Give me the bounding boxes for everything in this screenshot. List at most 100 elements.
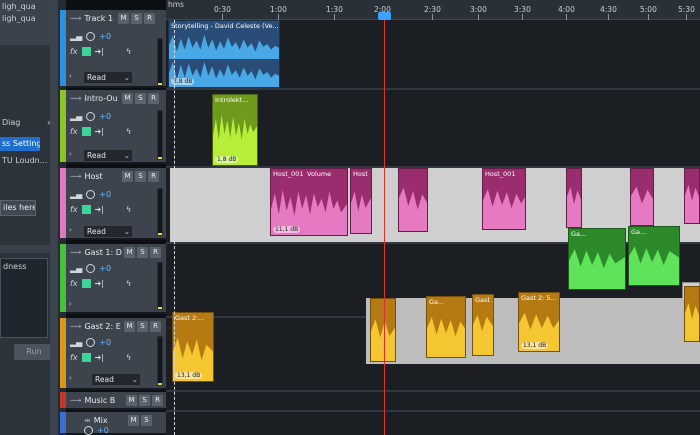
fx-icon[interactable]: fx: [70, 47, 78, 56]
audio-clip[interactable]: Introlekt... 1,8 dB: [212, 94, 258, 166]
solo-button[interactable]: S: [131, 13, 142, 24]
volume-value[interactable]: +0: [99, 338, 111, 347]
audio-clip[interactable]: [630, 168, 654, 226]
fx-icon[interactable]: fx: [70, 127, 78, 136]
bolt-icon[interactable]: ϟ: [126, 47, 131, 56]
automation-dropdown[interactable]: Read ⌄: [84, 226, 132, 237]
volume-value[interactable]: +0: [99, 264, 111, 273]
track-name[interactable]: ⟿ Host: [70, 172, 103, 182]
track-name[interactable]: ⟿ Intro-Ou: [70, 94, 118, 104]
panel-scrollbar[interactable]: [50, 0, 58, 435]
expand-icon[interactable]: ›: [69, 374, 72, 382]
mute-button[interactable]: M: [122, 171, 133, 182]
volume-knob-icon[interactable]: [86, 32, 96, 41]
send-icon[interactable]: ➔|: [95, 205, 104, 214]
volume-knob-icon[interactable]: [86, 112, 96, 121]
mute-button[interactable]: M: [128, 415, 139, 426]
track-name[interactable]: ⟿ Music B: [70, 396, 115, 406]
track-name[interactable]: ⟿ Track 1: [70, 14, 113, 24]
solo-button[interactable]: S: [137, 247, 148, 258]
mute-button[interactable]: M: [124, 247, 135, 258]
time-ruler[interactable]: hms 0:30 1:00 1:30 2:00 2:30 3:00 3:30 4…: [166, 0, 700, 20]
audio-clip[interactable]: [398, 168, 428, 232]
send-icon[interactable]: ➔|: [95, 279, 104, 288]
record-button[interactable]: R: [150, 321, 161, 332]
track-header-7[interactable]: ⇹ Mix M S +0: [60, 412, 166, 435]
preset-dropdown[interactable]: [0, 245, 50, 253]
settings-tab[interactable]: ss Settings: [0, 137, 40, 151]
volume-value[interactable]: +0: [99, 190, 111, 199]
bolt-icon[interactable]: ϟ: [126, 279, 131, 288]
audio-clip[interactable]: Ga...: [568, 228, 626, 290]
audio-clip[interactable]: [566, 168, 582, 228]
record-button[interactable]: R: [152, 395, 163, 406]
record-button[interactable]: R: [148, 93, 159, 104]
audio-clip[interactable]: Gast 2:: [472, 294, 494, 356]
solo-button[interactable]: S: [137, 321, 148, 332]
mute-button[interactable]: M: [122, 93, 133, 104]
track-name[interactable]: ⟿ Gast 2: E: [70, 322, 121, 332]
send-icon[interactable]: ➔|: [95, 353, 104, 362]
audio-clip[interactable]: Ga...: [628, 226, 680, 286]
solo-button[interactable]: S: [139, 395, 150, 406]
audio-clip[interactable]: Host_001: [482, 168, 526, 230]
track-header-1[interactable]: ⟿ Track 1 M S R ▂▄ +0 fx ➔| ϟ › Read ⌄: [60, 10, 166, 88]
volume-value[interactable]: +0: [97, 426, 109, 435]
playhead-handle[interactable]: [378, 12, 391, 20]
audio-clip[interactable]: Host: [350, 168, 372, 234]
record-button[interactable]: R: [148, 171, 159, 182]
fx-power-icon[interactable]: [81, 353, 91, 362]
track-header-3[interactable]: ⟿ Host M S R ▂▄ +0 fx ➔| ϟ › Read ⌄: [60, 168, 166, 240]
volume-value[interactable]: +0: [99, 112, 111, 121]
solo-button[interactable]: S: [135, 93, 146, 104]
fx-icon[interactable]: fx: [70, 353, 78, 362]
clip-gain-badge[interactable]: 13,1 dB: [175, 372, 203, 379]
bolt-icon[interactable]: ϟ: [126, 353, 131, 362]
audio-clip[interactable]: Gast 2: 5... 13,1 dB: [518, 292, 560, 352]
solo-button[interactable]: S: [141, 415, 152, 426]
drop-files-button[interactable]: iles here: [0, 200, 36, 216]
clip-gain-badge[interactable]: 13,1 dB: [521, 342, 549, 349]
fx-power-icon[interactable]: [81, 279, 91, 288]
audio-clip[interactable]: [370, 298, 396, 362]
track-header-6[interactable]: ⟿ Music B M S R: [60, 392, 166, 410]
timeline[interactable]: hms 0:30 1:00 1:30 2:00 2:30 3:00 3:30 4…: [166, 0, 700, 435]
audio-clip[interactable]: [684, 168, 700, 224]
volume-knob-icon[interactable]: [84, 426, 93, 435]
send-icon[interactable]: ➔|: [95, 127, 104, 136]
playhead-line[interactable]: [384, 12, 385, 435]
track-header-2[interactable]: ⟿ Intro-Ou M S R ▂▄ +0 fx ➔| ϟ › Read ⌄: [60, 90, 166, 164]
mute-button[interactable]: M: [126, 395, 137, 406]
send-icon[interactable]: ➔|: [95, 47, 104, 56]
list-item[interactable]: dness: [3, 262, 45, 271]
automation-dropdown[interactable]: Read ⌄: [84, 72, 132, 83]
track-header-4[interactable]: ⟿ Gast 1: D M S R ▂▄ +0 fx ➔| ϟ ›: [60, 244, 166, 314]
automation-dropdown[interactable]: Read ⌄: [84, 150, 132, 161]
track-name[interactable]: ⇹ Mix: [84, 416, 108, 426]
audio-clip[interactable]: Storytelling - David Celeste (Ve... 3,8 …: [168, 20, 280, 88]
volume-value[interactable]: +0: [99, 32, 111, 41]
volume-knob-icon[interactable]: [86, 190, 96, 199]
fx-power-icon[interactable]: [81, 205, 91, 214]
audio-clip[interactable]: Ga...: [426, 296, 466, 358]
file-item[interactable]: ligh_qua: [2, 2, 56, 11]
file-item[interactable]: ligh_qua: [2, 14, 56, 23]
clip-gain-badge[interactable]: 1,8 dB: [215, 156, 239, 163]
run-button[interactable]: Run: [14, 344, 54, 360]
expand-icon[interactable]: ›: [69, 150, 72, 158]
record-button[interactable]: R: [150, 247, 161, 258]
automation-dropdown[interactable]: Read ⌄: [92, 374, 140, 385]
mute-button[interactable]: M: [124, 321, 135, 332]
fx-icon[interactable]: fx: [70, 205, 78, 214]
track-name[interactable]: ⟿ Gast 1: D: [70, 248, 122, 258]
expand-icon[interactable]: ›: [69, 300, 72, 308]
bolt-icon[interactable]: ϟ: [126, 127, 131, 136]
fx-icon[interactable]: fx: [70, 279, 78, 288]
clip-gain-badge[interactable]: 11,1 dB: [273, 226, 301, 233]
expand-icon[interactable]: ›: [69, 226, 72, 234]
bolt-icon[interactable]: ϟ: [126, 205, 131, 214]
diagnostics-header[interactable]: Diag »: [2, 118, 56, 132]
fx-power-icon[interactable]: [81, 127, 91, 136]
track-header-5[interactable]: ⟿ Gast 2: E M S R ▂▄ +0 fx ➔| ϟ › Read ⌄: [60, 318, 166, 390]
audio-clip[interactable]: Gast 2:... 13,1 dB: [172, 312, 214, 382]
